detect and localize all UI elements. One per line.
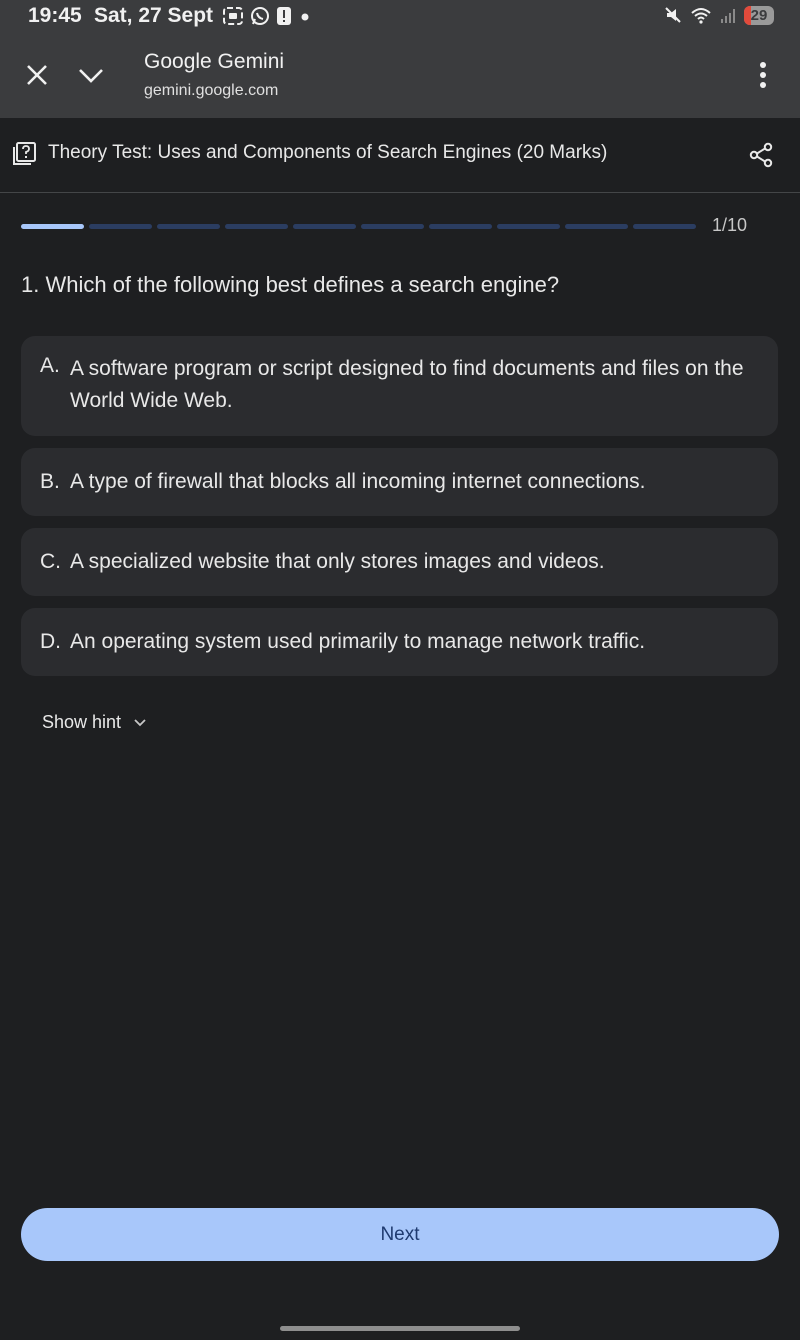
dot-icon	[301, 13, 309, 21]
share-icon[interactable]	[748, 142, 774, 168]
show-hint-button[interactable]: Show hint	[42, 712, 147, 733]
wifi-icon	[691, 8, 711, 24]
question-counter: 1/10	[712, 215, 748, 235]
quiz-icon	[13, 142, 36, 165]
progress-bar	[21, 224, 696, 229]
progress-segment	[157, 224, 220, 229]
next-button[interactable]: Next	[21, 1208, 779, 1261]
option-text: An operating system used primarily to ma…	[70, 630, 646, 653]
option-letter: A.	[40, 354, 60, 377]
screenshot-icon	[223, 7, 243, 25]
next-button-label: Next	[380, 1223, 420, 1245]
progress-segment	[361, 224, 424, 229]
option-letter: B.	[40, 470, 60, 493]
option-letter: D.	[40, 630, 61, 653]
site-title: Google Gemini	[144, 50, 285, 73]
notification-icons	[222, 6, 312, 26]
home-indicator[interactable]	[280, 1326, 520, 1331]
system-icons: 29	[664, 5, 774, 25]
whatsapp-icon	[251, 7, 269, 25]
more-vert-icon[interactable]	[752, 60, 774, 90]
status-time: 19:45	[28, 4, 82, 27]
mute-icon	[665, 7, 681, 23]
option-text: A specialized website that only stores i…	[70, 550, 605, 573]
status-bar: 19:45 Sat, 27 Sept 29	[0, 0, 800, 34]
battery-level: 29	[750, 6, 768, 24]
progress-segment	[633, 224, 696, 229]
site-url: gemini.google.com	[144, 82, 279, 99]
progress-segment	[89, 224, 152, 229]
progress-segment	[225, 224, 288, 229]
progress-segment	[565, 224, 628, 229]
progress-segment	[429, 224, 492, 229]
progress-segment	[293, 224, 356, 229]
show-hint-label: Show hint	[42, 712, 122, 732]
option-text: A type of firewall that blocks all incom…	[70, 470, 646, 493]
option-b[interactable]: B. A type of firewall that blocks all in…	[21, 448, 778, 516]
battery-low-fill	[744, 5, 751, 25]
quiz-title: Theory Test: Uses and Components of Sear…	[48, 142, 608, 163]
option-a[interactable]: A. A software program or script designed…	[21, 336, 778, 436]
signal-icon	[721, 9, 735, 23]
progress-segment	[497, 224, 560, 229]
option-text: A software program or script designed to…	[70, 357, 744, 412]
option-letter: C.	[40, 550, 61, 573]
option-c[interactable]: C. A specialized website that only store…	[21, 528, 778, 596]
option-d[interactable]: D. An operating system used primarily to…	[21, 608, 778, 676]
progress-segment	[21, 224, 84, 229]
chevron-down-icon	[134, 718, 146, 726]
status-date: Sat, 27 Sept	[94, 4, 214, 27]
question-text: 1. Which of the following best defines a…	[21, 272, 560, 297]
chevron-down-icon[interactable]	[76, 60, 106, 90]
alert-icon	[277, 7, 291, 25]
battery-icon: 29	[744, 5, 774, 25]
close-icon[interactable]	[22, 60, 52, 90]
